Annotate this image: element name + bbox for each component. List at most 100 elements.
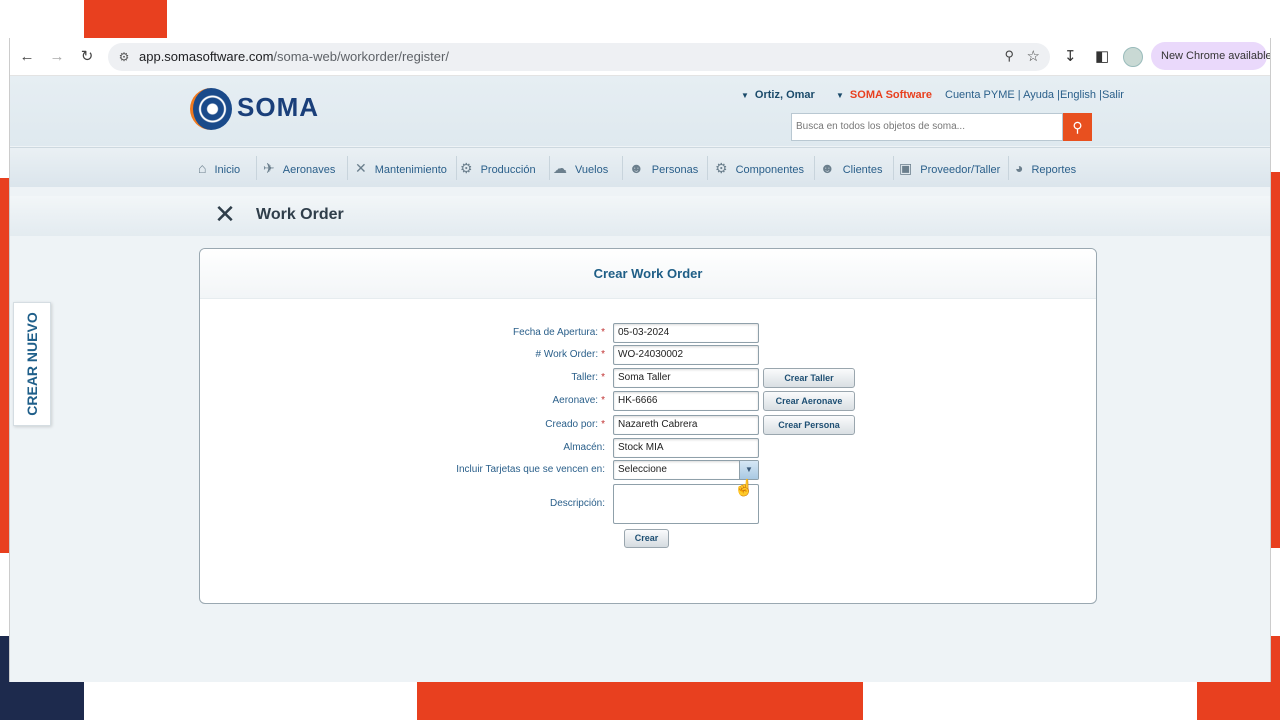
home-icon: ⌂ [198,160,207,176]
frame-decoration [417,682,863,720]
nav-divider [622,156,623,180]
search-icon: ⚲ [1072,119,1083,135]
create-work-order-panel: Crear Work Order Fecha de Apertura: * 05-… [199,248,1097,604]
factory-icon: ▣ [899,160,913,176]
caret-down-icon: ▼ [836,91,844,100]
browser-window: ← → ↻ ⚙ app.somasoftware.com/soma-web/wo… [9,38,1271,682]
search-button[interactable]: ⚲ [1063,113,1092,141]
url-text[interactable]: app.somasoftware.com/soma-web/workorder/… [139,49,449,64]
bookmark-star-icon[interactable]: ☆ [1027,47,1040,65]
side-panel-icon[interactable]: ◧ [1095,47,1109,65]
nav-divider [347,156,348,180]
field-label: Almacén: [563,442,605,453]
almacen-input[interactable]: Stock MIA [613,438,759,458]
tarjetas-select[interactable]: Seleccione [613,460,759,480]
taller-input[interactable]: Soma Taller [613,368,759,388]
field-label: Descripción: [549,498,605,509]
mouse-pointer-icon: ☝ [734,480,754,497]
account-links[interactable]: Cuenta PYME | Ayuda |English |Salir [945,89,1124,101]
reload-icon[interactable]: ↻ [77,47,97,67]
nav-divider [456,156,457,180]
field-label: # Work Order: * [535,349,605,360]
page-title-bar: ✕ Work Order [10,196,1270,236]
nav-divider [1008,156,1009,180]
address-bar[interactable]: ⚙ app.somasoftware.com/soma-web/workorde… [108,43,1050,71]
user-menu[interactable]: ▼ Ortiz, Omar [741,89,815,101]
field-label: Incluir Tarjetas que se vencen en: [456,464,605,475]
page-title: Work Order [256,206,344,223]
airplane-icon: ✈ [263,160,275,176]
global-search-input[interactable]: Busca en todos los objetos de soma... [791,113,1063,141]
chevron-down-icon[interactable]: ▼ [739,461,758,479]
frame-decoration [0,178,9,553]
forward-icon[interactable]: → [47,47,67,67]
form-row-descripcion: Descripción: [200,484,1096,526]
frame-decoration [1271,636,1280,682]
company-menu[interactable]: ▼ SOMA Software [836,89,932,101]
form-row-fecha-apertura: Fecha de Apertura: * 05-03-2024 [200,323,1096,345]
site-info-icon[interactable]: ⚙ [116,49,132,65]
creado-por-input[interactable]: Nazareth Cabrera [613,415,759,435]
field-label: Creado por: * [545,419,605,430]
back-icon[interactable]: ← [17,47,37,67]
nav-item-produccion[interactable]: ⚙ Producción [460,148,536,188]
frame-decoration [84,0,167,40]
crear-persona-button[interactable]: Crear Persona [763,415,855,435]
flights-icon: ☁ [553,160,567,176]
form-row-aeronave: Aeronave: * HK-6666 Crear Aeronave [200,391,1096,413]
nav-item-mantenimiento[interactable]: ✕ Mantenimiento [355,148,447,188]
fecha-apertura-input[interactable]: 05-03-2024 [613,323,759,343]
caret-down-icon: ▼ [741,91,749,100]
form-row-creado-por: Creado por: * Nazareth Cabrera Crear Pers… [200,415,1096,437]
new-chrome-available-button[interactable]: New Chrome available [1151,42,1270,70]
download-icon[interactable]: ↧ [1064,47,1077,65]
profile-avatar[interactable] [1123,47,1143,67]
soma-logo-icon[interactable] [190,88,232,130]
pie-chart-icon: ◕ [1015,160,1024,176]
frame-decoration [1271,172,1280,548]
soma-logo-text[interactable]: SOMA [237,92,319,123]
site-header: SOMA ▼ Ortiz, Omar ▼ SOMA Software Cuenta … [10,76,1270,146]
form-row-tarjetas: Incluir Tarjetas que se vencen en: Selec… [200,460,1096,482]
field-label: Fecha de Apertura: * [513,327,605,338]
production-icon: ⚙ [460,160,473,176]
crear-nuevo-tab[interactable]: CREAR NUEVO [13,302,51,426]
client-icon: ☻ [820,160,835,176]
zoom-icon[interactable]: ⚲ [1004,48,1014,64]
work-order-number-input[interactable]: WO-24030002 [613,345,759,365]
frame-decoration [1197,682,1280,720]
browser-menu-icon[interactable]: ⋮ [1264,46,1270,64]
nav-item-personas[interactable]: ☻ Personas [629,148,698,188]
nav-item-proveedor-taller[interactable]: ▣ Proveedor/Taller [899,148,1000,188]
crear-submit-button[interactable]: Crear [624,529,669,548]
gear-icon: ⚙ [715,160,728,176]
people-icon: ☻ [629,160,644,176]
crear-taller-button[interactable]: Crear Taller [763,368,855,388]
frame-decoration [0,682,84,720]
form-row-almacen: Almacén: Stock MIA [200,438,1096,460]
crear-aeronave-button[interactable]: Crear Aeronave [763,391,855,411]
nav-item-clientes[interactable]: ☻ Clientes [820,148,882,188]
form-row-work-order: # Work Order: * WO-24030002 [200,345,1096,367]
crear-nuevo-label: CREAR NUEVO [24,312,40,416]
nav-item-vuelos[interactable]: ☁ Vuelos [553,148,608,188]
wrench-screwdriver-icon: ✕ [214,199,236,229]
web-page: SOMA ▼ Ortiz, Omar ▼ SOMA Software Cuenta … [10,76,1270,682]
field-label: Aeronave: * [552,395,606,406]
nav-divider [256,156,257,180]
browser-toolbar: ← → ↻ ⚙ app.somasoftware.com/soma-web/wo… [10,38,1270,76]
main-nav: ⌂ Inicio ✈ Aeronaves ✕ Mantenimiento ⚙ Produ… [10,147,1270,187]
nav-divider [549,156,550,180]
nav-item-componentes[interactable]: ⚙ Componentes [715,148,804,188]
panel-title: Crear Work Order [593,266,703,281]
nav-divider [707,156,708,180]
aeronave-input[interactable]: HK-6666 [613,391,759,411]
tools-icon: ✕ [355,160,367,176]
nav-item-aeronaves[interactable]: ✈ Aeronaves [263,148,335,188]
nav-item-inicio[interactable]: ⌂ Inicio [198,148,240,188]
panel-header: Crear Work Order [200,249,1096,299]
nav-item-reportes[interactable]: ◕ Reportes [1015,148,1076,188]
nav-divider [814,156,815,180]
nav-divider [893,156,894,180]
field-label: Taller: * [571,372,605,383]
